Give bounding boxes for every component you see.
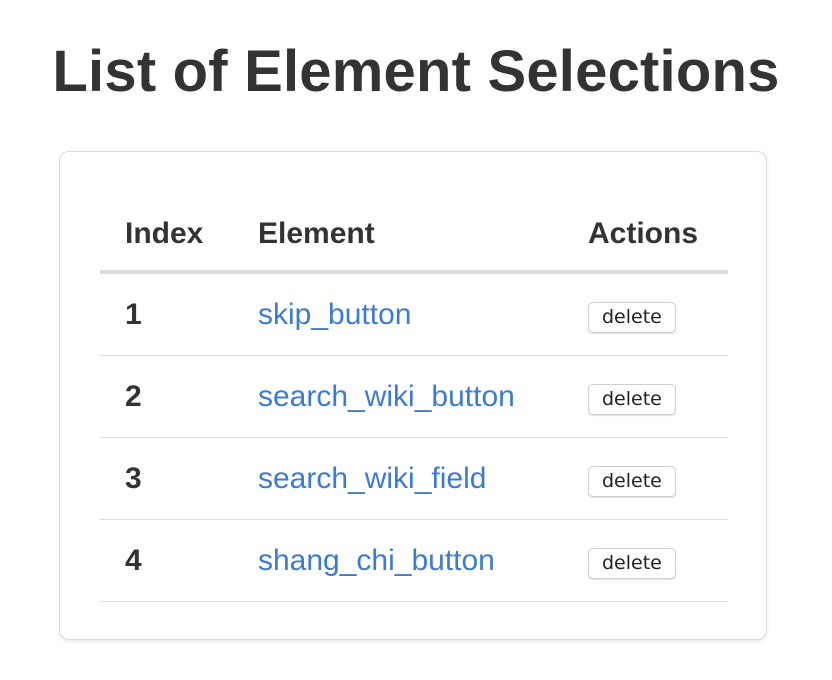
header-actions: Actions: [563, 197, 728, 274]
table-row: 4 shang_chi_button delete: [100, 519, 728, 602]
element-link[interactable]: search_wiki_field: [258, 462, 486, 495]
row-element-cell: shang_chi_button: [233, 519, 563, 602]
row-actions-cell: delete: [563, 355, 728, 438]
row-element-cell: search_wiki_button: [233, 355, 563, 438]
table-row: 2 search_wiki_button delete: [100, 355, 728, 438]
row-actions-cell: delete: [563, 437, 728, 520]
row-actions-cell: delete: [563, 519, 728, 602]
selections-table: Index Element Actions 1 skip_button dele…: [100, 197, 728, 602]
page: List of Element Selections Index Element…: [0, 0, 832, 680]
row-actions-cell: delete: [563, 272, 728, 356]
selections-card: Index Element Actions 1 skip_button dele…: [59, 151, 767, 640]
element-link[interactable]: skip_button: [258, 298, 411, 331]
element-link[interactable]: search_wiki_button: [258, 380, 515, 413]
row-index: 3: [100, 437, 233, 520]
header-element: Element: [233, 197, 563, 274]
delete-button[interactable]: delete: [588, 301, 676, 333]
table-row: 1 skip_button delete: [100, 272, 728, 356]
row-element-cell: search_wiki_field: [233, 437, 563, 520]
row-element-cell: skip_button: [233, 272, 563, 356]
table-header-row: Index Element Actions: [100, 197, 728, 274]
element-link[interactable]: shang_chi_button: [258, 544, 495, 577]
row-index: 1: [100, 272, 233, 356]
header-index: Index: [100, 197, 233, 274]
delete-button[interactable]: delete: [588, 547, 676, 579]
row-index: 2: [100, 355, 233, 438]
row-index: 4: [100, 519, 233, 602]
table-row: 3 search_wiki_field delete: [100, 437, 728, 520]
delete-button[interactable]: delete: [588, 465, 676, 497]
delete-button[interactable]: delete: [588, 383, 676, 415]
page-title: List of Element Selections: [52, 39, 780, 104]
